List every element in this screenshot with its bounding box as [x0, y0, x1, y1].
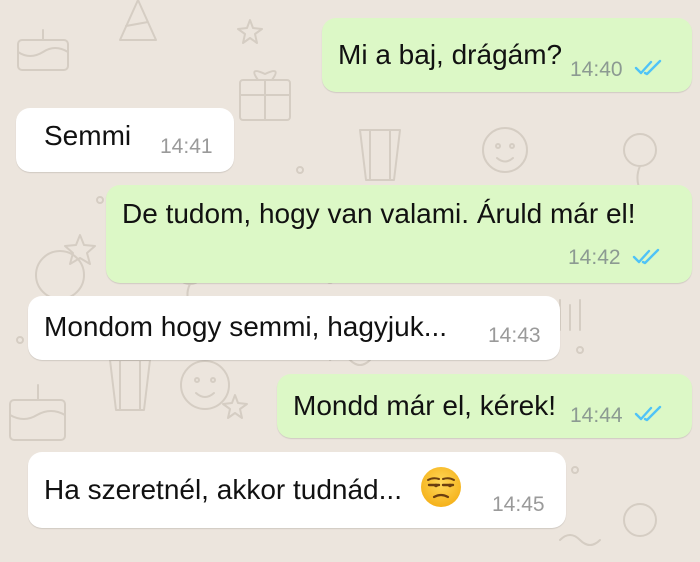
- message-text: Mondd már el, kérek!: [293, 390, 556, 421]
- message-bubble-incoming[interactable]: Ha szeretnél, akkor tudnád... 14:45: [28, 452, 566, 528]
- message-timestamp: 14:41: [160, 135, 213, 158]
- message-timestamp: 14:45: [492, 493, 545, 516]
- message-text: Mi a baj, drágám?: [338, 39, 563, 70]
- message-text: Mondom hogy semmi, hagyjuk...: [44, 311, 448, 342]
- message-timestamp: 14:42: [568, 246, 621, 269]
- message-text: Ha szeretnél, akkor tudnád...: [44, 474, 402, 505]
- message-timestamp: 14:40: [570, 58, 623, 81]
- message-timestamp: 14:44: [570, 404, 623, 427]
- message-text: De tudom, hogy van valami. Áruld már el!: [122, 198, 636, 229]
- message-bubble-incoming[interactable]: Mondom hogy semmi, hagyjuk... 14:43: [28, 296, 560, 360]
- message-bubble-outgoing[interactable]: De tudom, hogy van valami. Áruld már el!…: [106, 185, 692, 283]
- message-text: Semmi: [44, 120, 132, 151]
- message-bubble-outgoing[interactable]: Mondd már el, kérek! 14:44: [277, 374, 692, 438]
- read-double-tick-icon: [634, 405, 662, 422]
- unamused-face-emoji: [421, 467, 461, 507]
- read-double-tick-icon: [634, 59, 662, 76]
- message-bubble-incoming[interactable]: Semmi 14:41: [16, 108, 234, 172]
- message-bubble-outgoing[interactable]: Mi a baj, drágám? 14:40: [322, 18, 692, 92]
- message-timestamp: 14:43: [488, 324, 541, 347]
- read-double-tick-icon: [632, 248, 660, 265]
